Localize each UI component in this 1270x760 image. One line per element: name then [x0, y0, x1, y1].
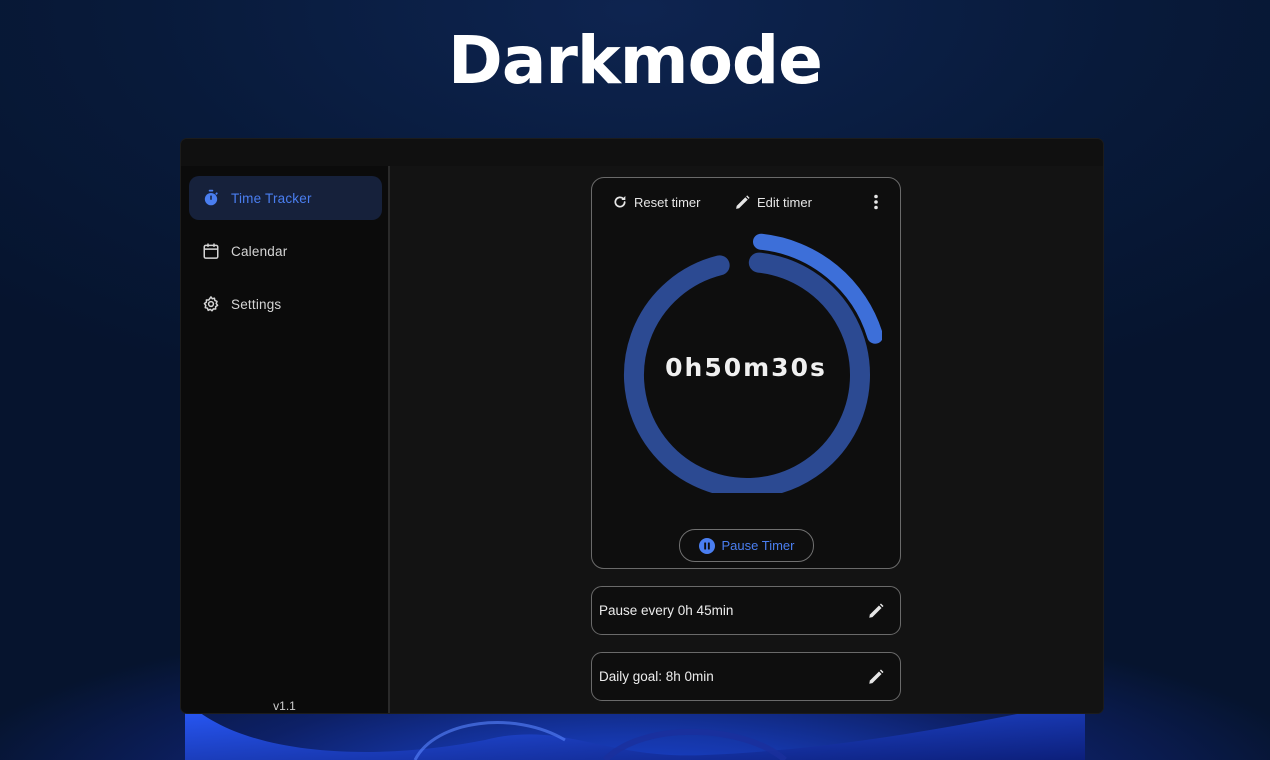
- refresh-icon: [614, 196, 626, 208]
- sidebar-item-settings[interactable]: Settings: [189, 282, 382, 326]
- sidebar-item-label: Settings: [231, 296, 282, 312]
- pencil-icon: [736, 194, 750, 209]
- edit-timer-label: Edit timer: [757, 194, 812, 210]
- sidebar: Time Tracker Calendar Settings v1.1: [181, 166, 390, 713]
- edit-pause-button[interactable]: [865, 600, 887, 622]
- edit-goal-button[interactable]: [865, 666, 887, 688]
- timer-display: 0h50m30s: [665, 353, 827, 382]
- edit-timer-button[interactable]: Edit timer: [734, 192, 812, 212]
- pause-interval-card: Pause every 0h 45min: [591, 586, 901, 635]
- more-options-icon[interactable]: [866, 192, 886, 212]
- sidebar-item-label: Calendar: [231, 243, 288, 259]
- pause-timer-button[interactable]: Pause Timer: [679, 529, 814, 562]
- timer-card: Reset timer Edit timer 0h50m30s Pause Ti…: [591, 177, 901, 569]
- sidebar-item-calendar[interactable]: Calendar: [189, 229, 382, 273]
- gear-icon: [201, 294, 221, 314]
- hero-title: Darkmode: [448, 22, 823, 99]
- calendar-icon: [201, 241, 221, 261]
- app-window: Time Tracker Calendar Settings v1.1 Rese…: [181, 139, 1103, 713]
- sidebar-item-time-tracker[interactable]: Time Tracker: [189, 176, 382, 220]
- reset-timer-label: Reset timer: [634, 194, 701, 210]
- stopwatch-icon: [201, 188, 221, 208]
- pause-timer-label: Pause Timer: [721, 538, 795, 553]
- sidebar-item-label: Time Tracker: [231, 190, 312, 206]
- pause-interval-text: Pause every 0h 45min: [599, 603, 734, 618]
- pencil-icon: [869, 669, 884, 684]
- daily-goal-text: Daily goal: 8h 0min: [599, 669, 714, 684]
- title-bar: [181, 139, 1103, 166]
- pencil-icon: [869, 603, 884, 618]
- pause-icon: [698, 537, 715, 554]
- main-content: Reset timer Edit timer 0h50m30s Pause Ti…: [390, 166, 1103, 713]
- reset-timer-button[interactable]: Reset timer: [612, 192, 700, 212]
- version-label: v1.1: [273, 699, 296, 713]
- daily-goal-card: Daily goal: 8h 0min: [591, 652, 901, 701]
